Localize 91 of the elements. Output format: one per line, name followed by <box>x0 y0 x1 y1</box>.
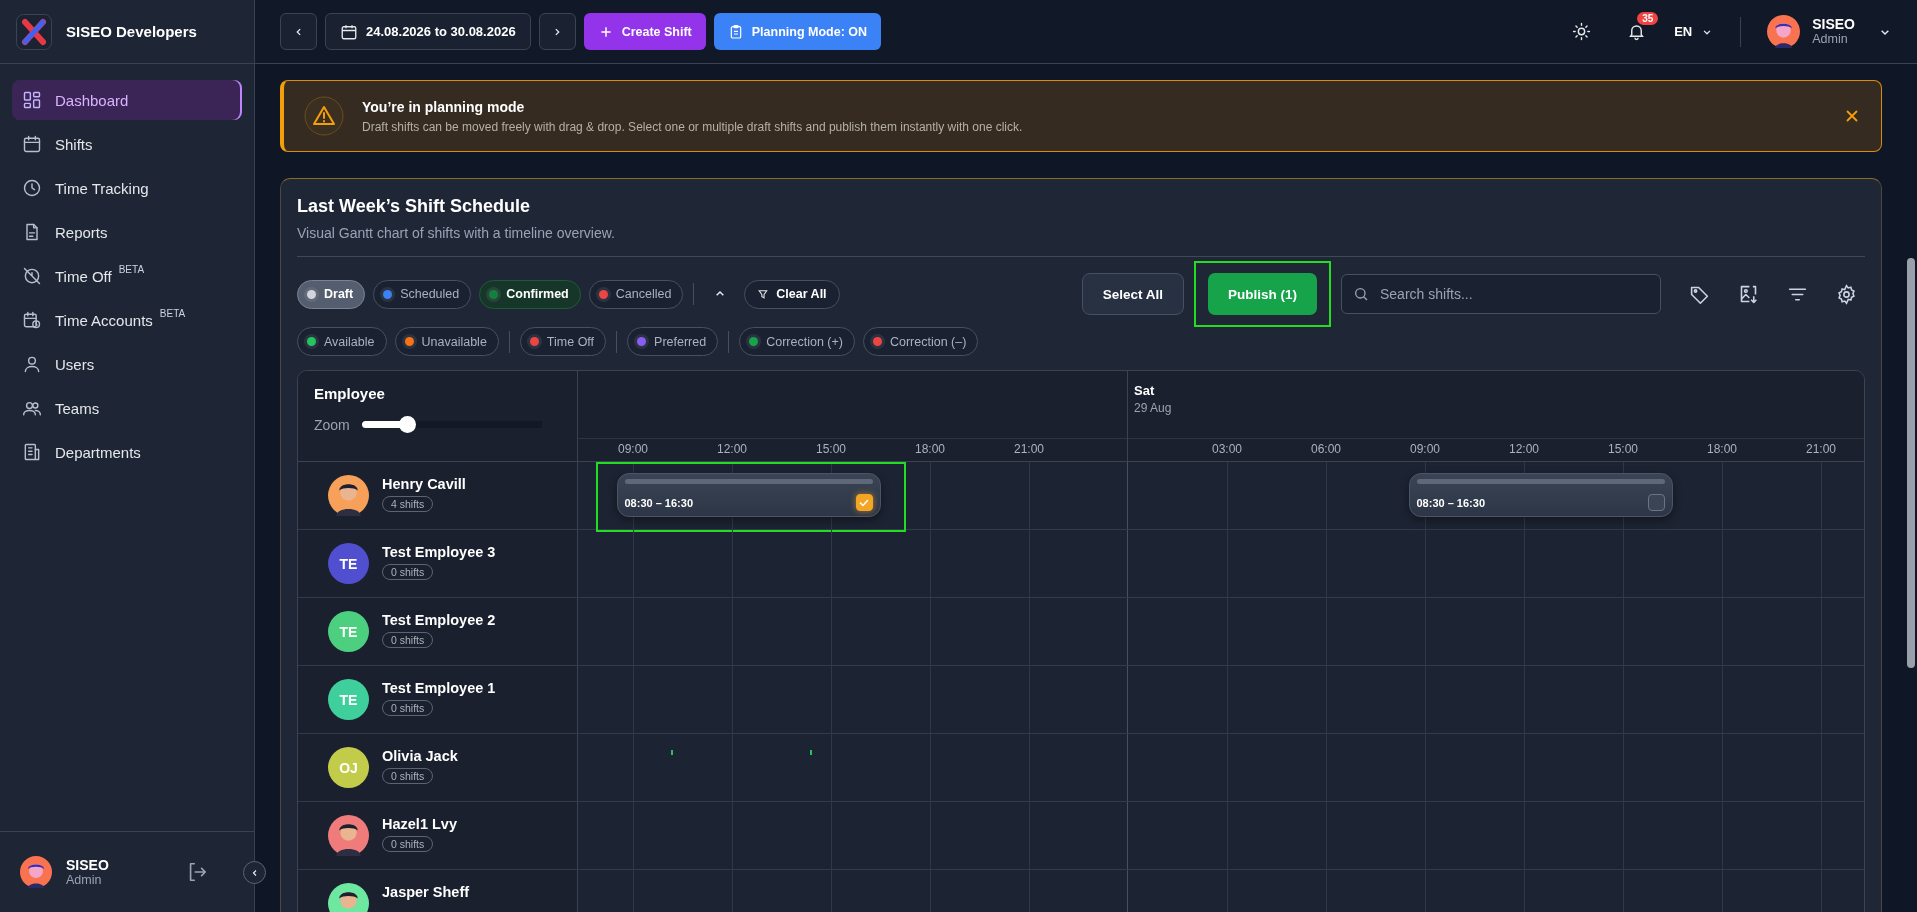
employee-avatar: OJ <box>328 747 369 788</box>
settings-icon[interactable] <box>1836 283 1857 305</box>
beta-label: BETA <box>118 264 145 275</box>
employee-avatar: TE <box>328 611 369 652</box>
status-filter-chip[interactable]: Confirmed <box>479 279 581 309</box>
building-icon <box>22 442 42 462</box>
day-date: 29 Aug <box>1134 401 1173 415</box>
user-name: SISEO <box>66 856 109 873</box>
hour-label: 21:00 <box>1014 442 1044 456</box>
employee-name: Olivia Jack <box>382 747 458 764</box>
status-filter-chip[interactable]: Cancelled <box>588 279 684 309</box>
dashboard-grid-icon <box>22 90 42 110</box>
employee-name: Test Employee 2 <box>382 611 496 628</box>
shift-checkbox[interactable] <box>1647 494 1665 511</box>
user-role: Admin <box>1812 32 1849 47</box>
shift-time: 08:30 – 16:30 <box>624 496 693 509</box>
hour-label: 18:00 <box>915 442 945 456</box>
select-all-button[interactable]: Select All <box>1081 273 1184 315</box>
sidebar-item[interactable]: Teams <box>12 388 242 428</box>
card-title: Last Week’s Shift Schedule <box>297 196 532 217</box>
logo-icon <box>16 13 52 50</box>
type-filter-chip[interactable]: Correction (–) <box>862 327 979 356</box>
sidebar-item[interactable]: Time Accounts $^{BETA}$ <box>12 300 242 340</box>
banner-title: You’re in planning mode <box>362 98 526 115</box>
status-filter-chip[interactable]: Scheduled <box>373 279 472 309</box>
sidebar-item[interactable]: Dashboard <box>12 80 242 120</box>
user-name: SISEO <box>1812 16 1855 33</box>
employee-name: Hazel1 Lvy <box>382 815 457 832</box>
hour-label: 15:00 <box>816 442 846 456</box>
user-role: Admin <box>66 872 103 888</box>
hour-label: 21:00 <box>1806 442 1836 456</box>
hour-label: 03:00 <box>1212 442 1242 456</box>
employee-name: Henry Cavill <box>382 475 466 492</box>
calendar-clock-icon <box>22 310 42 330</box>
card-subtitle: Visual Gantt chart of shifts with a timeline overview. <box>297 225 616 241</box>
type-filter-chip[interactable]: Available <box>297 327 387 356</box>
clock-icon <box>22 178 42 198</box>
beta-label: BETA <box>159 308 186 319</box>
collapse-sidebar-button[interactable] <box>243 861 266 884</box>
employee-name: Jasper Sheff <box>382 883 470 900</box>
hour-label: 09:00 <box>618 442 648 456</box>
scrollbar[interactable] <box>1907 258 1915 668</box>
zoom-label: Zoom <box>314 416 350 433</box>
search-field[interactable]: Search shifts... <box>1341 274 1661 314</box>
language-dropdown[interactable]: EN <box>1668 24 1721 39</box>
type-filter-chip[interactable]: Unavailable <box>394 327 499 356</box>
sidebar-item[interactable]: Shifts <box>12 124 242 164</box>
hour-label: 15:00 <box>1608 442 1638 456</box>
clear-all-button[interactable]: Clear All <box>744 279 840 309</box>
shift-checkbox[interactable] <box>855 494 873 511</box>
warning-icon <box>304 96 344 136</box>
hour-label: 12:00 <box>1509 442 1539 456</box>
column-header: Employee <box>314 385 386 402</box>
employee-name: Test Employee 3 <box>382 543 496 560</box>
hour-label: 06:00 <box>1311 442 1341 456</box>
hour-label: 12:00 <box>717 442 747 456</box>
create-shift-button[interactable]: Create Shift <box>583 13 706 50</box>
notifications-icon[interactable] <box>1627 22 1647 41</box>
date-range-button[interactable]: 24.08.2026 to 30.08.2026 <box>325 13 531 50</box>
theme-toggle-icon[interactable] <box>1572 22 1592 41</box>
filter-icon <box>757 287 771 301</box>
calendar-icon <box>340 22 358 41</box>
shift-time: 08:30 – 16:30 <box>1416 496 1485 509</box>
image-download-icon[interactable] <box>1738 283 1759 305</box>
type-filter-chip[interactable]: Time Off <box>519 327 607 356</box>
employee-avatar: TE <box>328 679 369 720</box>
hour-label: 09:00 <box>1410 442 1440 456</box>
sidebar-item[interactable]: Users <box>12 344 242 384</box>
user-avatar <box>20 856 52 888</box>
sidebar-item[interactable]: Reports <box>12 212 242 252</box>
planning-mode-button[interactable]: Planning Mode: ON <box>713 13 882 50</box>
shift-bar[interactable]: 08:30 – 16:30 <box>616 473 881 517</box>
sidebar-item[interactable]: Time Tracking <box>12 168 242 208</box>
brand-name: SISEO Developers <box>66 23 197 40</box>
shift-bar[interactable]: 08:30 – 16:30 <box>1408 473 1673 517</box>
type-filter-chip[interactable]: Correction (+) <box>739 327 855 356</box>
calendar-icon <box>22 134 42 154</box>
sidebar-item[interactable]: Time Off $^{BETA}$ <box>12 256 242 296</box>
employee-name: Test Employee 1 <box>382 679 496 696</box>
type-filter-chip[interactable]: Preferred <box>627 327 719 356</box>
crossed-clock-icon <box>22 266 42 286</box>
employee-avatar: TE <box>328 543 369 584</box>
user-icon <box>22 354 42 374</box>
banner-text: Draft shifts can be moved freely with drag & drop. Select one or multiple draft shifts and publish them instantly with one click. <box>362 119 1023 134</box>
hour-label: 18:00 <box>1707 442 1737 456</box>
sidebar-item[interactable]: Departments <box>12 432 242 472</box>
notification-count: 35 <box>1637 12 1659 25</box>
status-filter-chip[interactable]: Draft <box>297 279 366 309</box>
slider-thumb[interactable] <box>398 416 416 433</box>
day-name: Sat <box>1134 383 1156 398</box>
user-avatar[interactable] <box>1767 15 1801 48</box>
